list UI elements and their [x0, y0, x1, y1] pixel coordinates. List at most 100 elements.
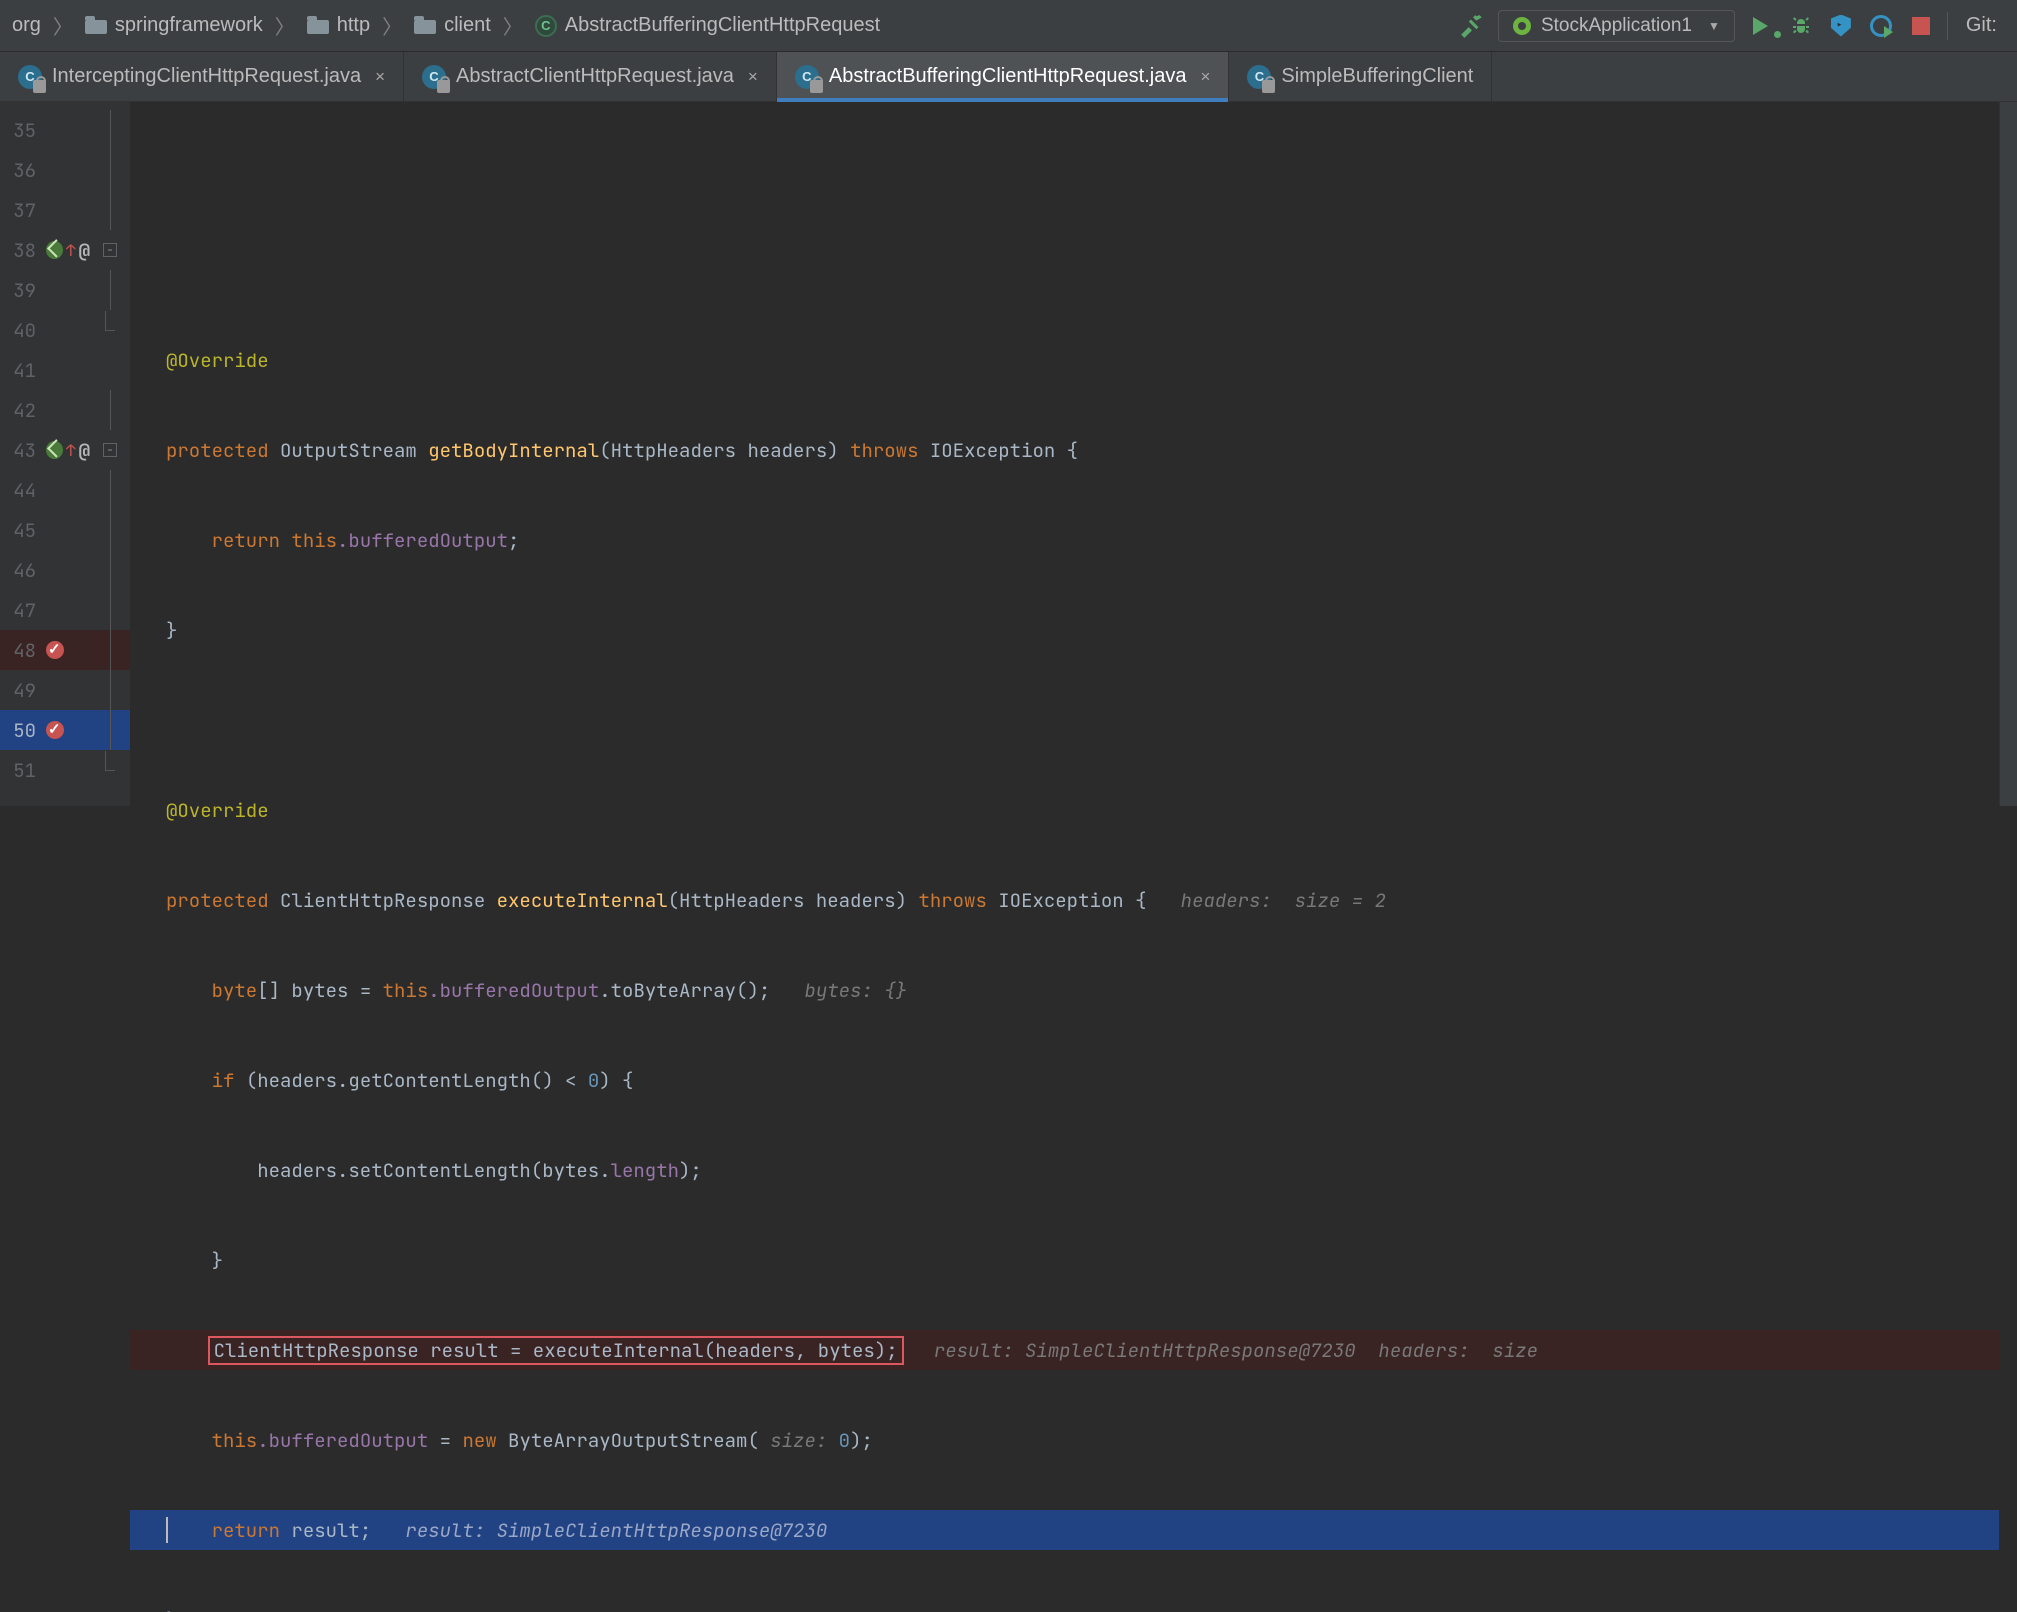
code-line: if (headers.getContentLength() < 0) { [130, 1060, 1999, 1100]
tab-abstract-client-http[interactable]: C AbstractClientHttpRequest.java × [404, 52, 777, 101]
close-icon[interactable]: × [1200, 67, 1210, 87]
at-icon: @ [79, 438, 90, 463]
breadcrumb-label: AbstractBufferingClientHttpRequest [565, 14, 880, 37]
stop-button[interactable] [1907, 12, 1935, 40]
line-number: 48 [0, 638, 42, 663]
tab-label: SimpleBufferingClient [1281, 65, 1473, 88]
class-icon: C [1247, 65, 1271, 89]
tab-label: AbstractClientHttpRequest.java [456, 65, 734, 88]
close-icon[interactable]: × [375, 67, 385, 87]
line-number: 46 [0, 558, 42, 583]
line-number: 45 [0, 518, 42, 543]
code-line: } [130, 1600, 1999, 1612]
class-icon: C [18, 65, 42, 89]
code-editor[interactable]: @Override protected OutputStream getBody… [130, 102, 1999, 806]
breadcrumbs: org 〉 springframework 〉 http 〉 client 〉 … [6, 10, 1458, 41]
toolbar-right: StockApplication1 ▼ Git: [1458, 10, 2011, 42]
tab-label: InterceptingClientHttpRequest.java [52, 65, 361, 88]
breakpoint-icon[interactable] [46, 641, 64, 659]
editor-area: 35 36 37 38↑@− 39 40 41 42 43↑@− 44 45 4… [0, 102, 2017, 806]
chevron-right-icon: 〉 [49, 11, 77, 40]
build-button[interactable] [1458, 12, 1486, 40]
breadcrumb-label: client [444, 14, 491, 37]
highlight-box: ClientHttpResponse result = executeInter… [208, 1336, 904, 1365]
lock-icon [33, 80, 46, 93]
line-number: 39 [0, 278, 42, 303]
close-icon[interactable]: × [748, 67, 758, 87]
line-number: 35 [0, 118, 42, 143]
profiler-button[interactable] [1867, 12, 1895, 40]
line-number: 44 [0, 478, 42, 503]
run-button[interactable] [1747, 12, 1775, 40]
line-number: 47 [0, 598, 42, 623]
chevron-right-icon: 〉 [378, 11, 406, 40]
chevron-down-icon: ▼ [1708, 19, 1720, 33]
breadcrumb-client[interactable]: client [408, 10, 497, 41]
folder-icon [85, 16, 107, 36]
line-number: 40 [0, 318, 42, 343]
stop-icon [1912, 17, 1930, 35]
breadcrumb-springframework[interactable]: springframework [79, 10, 269, 41]
folder-icon [307, 16, 329, 36]
spring-icon [1513, 17, 1531, 35]
tab-simple-buffering[interactable]: C SimpleBufferingClient [1229, 52, 1492, 101]
line-number: 42 [0, 398, 42, 423]
line-number: 50 [0, 718, 42, 743]
breadcrumb-class[interactable]: C AbstractBufferingClientHttpRequest [529, 10, 886, 41]
class-icon: C [422, 65, 446, 89]
line-number: 38 [0, 238, 42, 263]
breadcrumb-org[interactable]: org [6, 10, 47, 41]
override-gutter-icon[interactable] [46, 241, 63, 259]
error-stripe[interactable] [1999, 102, 2017, 806]
override-gutter-icon[interactable] [46, 441, 63, 459]
parameter-hint: size: [770, 1428, 827, 1453]
breadcrumb-label: org [12, 14, 41, 37]
code-line [130, 160, 1999, 200]
debug-button[interactable] [1787, 12, 1815, 40]
bug-icon [1789, 14, 1813, 38]
gutter[interactable]: 35 36 37 38↑@− 39 40 41 42 43↑@− 44 45 4… [0, 102, 130, 806]
line-number: 51 [0, 758, 42, 783]
git-label[interactable]: Git: [1960, 14, 2003, 37]
coverage-button[interactable] [1827, 12, 1855, 40]
breakpoint-icon[interactable] [46, 721, 64, 739]
line-number: 41 [0, 358, 42, 383]
tab-intercepting[interactable]: C InterceptingClientHttpRequest.java × [0, 52, 404, 101]
hammer-icon [1459, 13, 1485, 39]
class-icon: C [795, 65, 819, 89]
lock-icon [437, 80, 450, 93]
code-line: byte[] bytes = this.bufferedOutput.toByt… [130, 970, 1999, 1010]
tab-abstract-buffering[interactable]: C AbstractBufferingClientHttpRequest.jav… [777, 52, 1230, 101]
code-line-execution-point: return result; result: SimpleClientHttpR… [130, 1510, 1999, 1550]
code-line: protected ClientHttpResponse executeInte… [130, 880, 1999, 920]
run-config-name: StockApplication1 [1541, 15, 1692, 37]
fold-toggle[interactable]: − [103, 243, 117, 257]
at-icon: @ [79, 238, 90, 263]
tab-label: AbstractBufferingClientHttpRequest.java [829, 65, 1187, 88]
inline-debug-hint: result: SimpleClientHttpResponse@7230 [405, 1518, 827, 1543]
breadcrumb-label: http [337, 14, 370, 37]
line-number: 49 [0, 678, 42, 703]
line-number: 43 [0, 438, 42, 463]
code-line: @Override [130, 340, 1999, 380]
line-number: 37 [0, 198, 42, 223]
inline-debug-hint: result: SimpleClientHttpResponse@7230 he… [934, 1338, 1538, 1363]
shield-icon [1831, 15, 1851, 37]
lock-icon [810, 80, 823, 93]
profiler-icon [1870, 15, 1892, 37]
run-icon [1753, 17, 1768, 35]
breadcrumb-label: springframework [115, 14, 263, 37]
breadcrumb-http[interactable]: http [301, 10, 376, 41]
code-line: this.bufferedOutput = new ByteArrayOutpu… [130, 1420, 1999, 1460]
run-config-selector[interactable]: StockApplication1 ▼ [1498, 10, 1735, 42]
lock-icon [1262, 80, 1275, 93]
code-line: @Override [130, 790, 1999, 830]
code-line: } [130, 1240, 1999, 1280]
code-line [130, 250, 1999, 290]
folder-icon [414, 16, 436, 36]
chevron-right-icon: 〉 [499, 11, 527, 40]
class-icon: C [535, 15, 557, 37]
code-line: } [130, 610, 1999, 650]
line-number: 36 [0, 158, 42, 183]
fold-toggle[interactable]: − [103, 443, 117, 457]
